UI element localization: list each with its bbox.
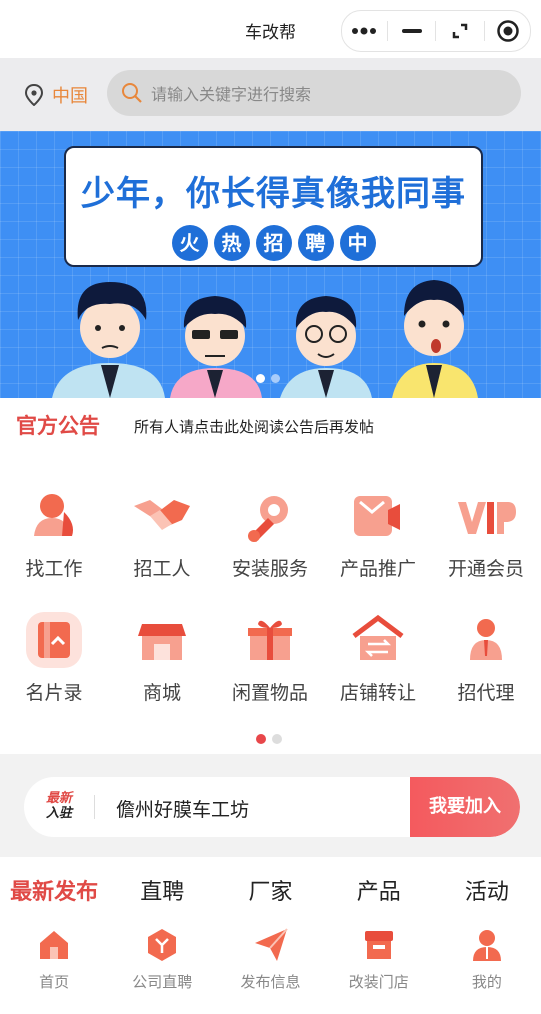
new-shop-name[interactable]: 儋州好膜车工坊	[116, 795, 249, 822]
menu-label: 安装服务	[231, 558, 308, 580]
more-dots-icon[interactable]	[344, 16, 384, 46]
search-input[interactable]: 请输入关键字进行搜索	[107, 70, 521, 116]
banner-pill: 热	[213, 225, 250, 261]
nav-me[interactable]: 我的	[433, 917, 541, 1014]
send-icon	[254, 928, 288, 961]
menu-item-hire[interactable]: 招工人	[108, 486, 216, 581]
banner-pill: 中	[339, 225, 376, 261]
menu-item-business-cards[interactable]: 名片录	[0, 610, 108, 705]
minimize-icon[interactable]	[392, 16, 432, 46]
location-selector[interactable]: 中国	[24, 82, 88, 108]
nav-label: 我的	[471, 973, 502, 991]
location-label: 中国	[52, 86, 88, 107]
feed-tabs: 最新发布 直聘 厂家 产品 活动	[0, 857, 541, 917]
banner-carousel[interactable]: 少年，你长得真像我同事 火 热 招 聘 中	[0, 131, 541, 398]
vip-icon	[456, 486, 516, 546]
top-bar: 车改帮	[0, 0, 541, 58]
menu-item-mall[interactable]: 商城	[108, 610, 216, 705]
banner-dot	[271, 374, 280, 383]
join-button[interactable]: 我要加入	[410, 777, 520, 837]
nav-label: 公司直聘	[132, 973, 193, 991]
badge-bottom: 入驻	[46, 806, 73, 821]
menu-item-idle-goods[interactable]: 闲置物品	[216, 610, 324, 705]
new-join-badge: 最新 入驻	[46, 791, 72, 821]
category-grid: 找工作 招工人 安装服务 产品推广 开通会员 名片录 商城 闲置物品 店铺转让 …	[0, 454, 541, 754]
menu-label: 闲置物品	[231, 682, 308, 704]
menu-item-agent[interactable]: 招代理	[432, 610, 540, 705]
tab-latest[interactable]: 最新发布	[0, 857, 108, 917]
banner-headline: 少年，你长得真像我同事	[81, 174, 466, 214]
search-placeholder: 请输入关键字进行搜索	[151, 85, 312, 104]
menu-item-find-job[interactable]: 找工作	[0, 486, 108, 581]
banner-pagination	[256, 374, 280, 383]
menu-item-shop-transfer[interactable]: 店铺转让	[324, 610, 432, 705]
menu-label: 开通会员	[447, 558, 524, 580]
search-icon	[122, 83, 142, 103]
banner-dot-active	[256, 374, 265, 383]
grid-pagination	[256, 734, 282, 744]
banner-board: 少年，你长得真像我同事 火 热 招 聘 中	[64, 146, 483, 267]
grid-dot-active	[256, 734, 266, 744]
user-icon	[472, 930, 501, 961]
house-transfer-icon	[348, 610, 408, 670]
notice-text[interactable]: 所有人请点击此处阅读公告后再发帖	[134, 416, 374, 437]
megaphone-icon	[348, 486, 408, 546]
join-bar: 最新 入驻 儋州好膜车工坊 我要加入	[24, 777, 520, 837]
nav-home[interactable]: 首页	[0, 917, 108, 1014]
card-icon	[24, 610, 84, 670]
banner-pill: 火	[171, 225, 208, 261]
menu-label: 招代理	[457, 682, 515, 704]
menu-label: 招工人	[133, 558, 191, 580]
nav-company-hire[interactable]: 公司直聘	[108, 917, 216, 1014]
grid-dot	[272, 734, 282, 744]
gift-icon	[240, 610, 300, 670]
tab-direct-hire[interactable]: 直聘	[108, 857, 216, 917]
nav-label: 发布信息	[240, 973, 301, 991]
menu-label: 商城	[142, 682, 181, 704]
handshake-icon	[132, 486, 192, 546]
shop-icon	[364, 931, 393, 959]
nav-label: 改装门店	[348, 973, 409, 991]
menu-item-promote[interactable]: 产品推广	[324, 486, 432, 581]
bottom-nav: 首页 公司直聘 发布信息 改装门店 我的	[0, 917, 541, 1014]
menu-label: 产品推广	[339, 558, 416, 580]
location-pin-icon	[24, 84, 44, 106]
menu-item-vip[interactable]: 开通会员	[432, 486, 540, 581]
menu-label: 名片录	[25, 682, 83, 704]
store-icon	[132, 610, 192, 670]
gear-wrench-icon	[240, 486, 300, 546]
home-icon	[40, 931, 69, 959]
tab-manufacturers[interactable]: 厂家	[216, 857, 324, 917]
nav-publish[interactable]: 发布信息	[216, 917, 324, 1014]
banner-pill: 招	[255, 225, 292, 261]
agent-icon	[456, 610, 516, 670]
tab-events[interactable]: 活动	[433, 857, 541, 917]
banner-pill: 聘	[297, 225, 334, 261]
expand-icon[interactable]	[440, 16, 480, 46]
badge-top: 最新	[46, 791, 73, 806]
search-row: 中国 请输入关键字进行搜索	[0, 58, 541, 131]
menu-label: 店铺转让	[339, 682, 416, 704]
mini-program-capsule	[341, 10, 531, 52]
company-icon	[148, 929, 177, 961]
menu-label: 找工作	[25, 558, 83, 580]
nav-label: 首页	[39, 973, 70, 991]
notice-title: 官方公告	[16, 414, 100, 438]
nav-shops[interactable]: 改装门店	[325, 917, 433, 1014]
menu-item-install[interactable]: 安装服务	[216, 486, 324, 581]
person-icon	[24, 486, 84, 546]
notice-bar[interactable]: 官方公告 所有人请点击此处阅读公告后再发帖	[0, 398, 541, 454]
tab-products[interactable]: 产品	[325, 857, 433, 917]
target-icon[interactable]	[488, 16, 528, 46]
